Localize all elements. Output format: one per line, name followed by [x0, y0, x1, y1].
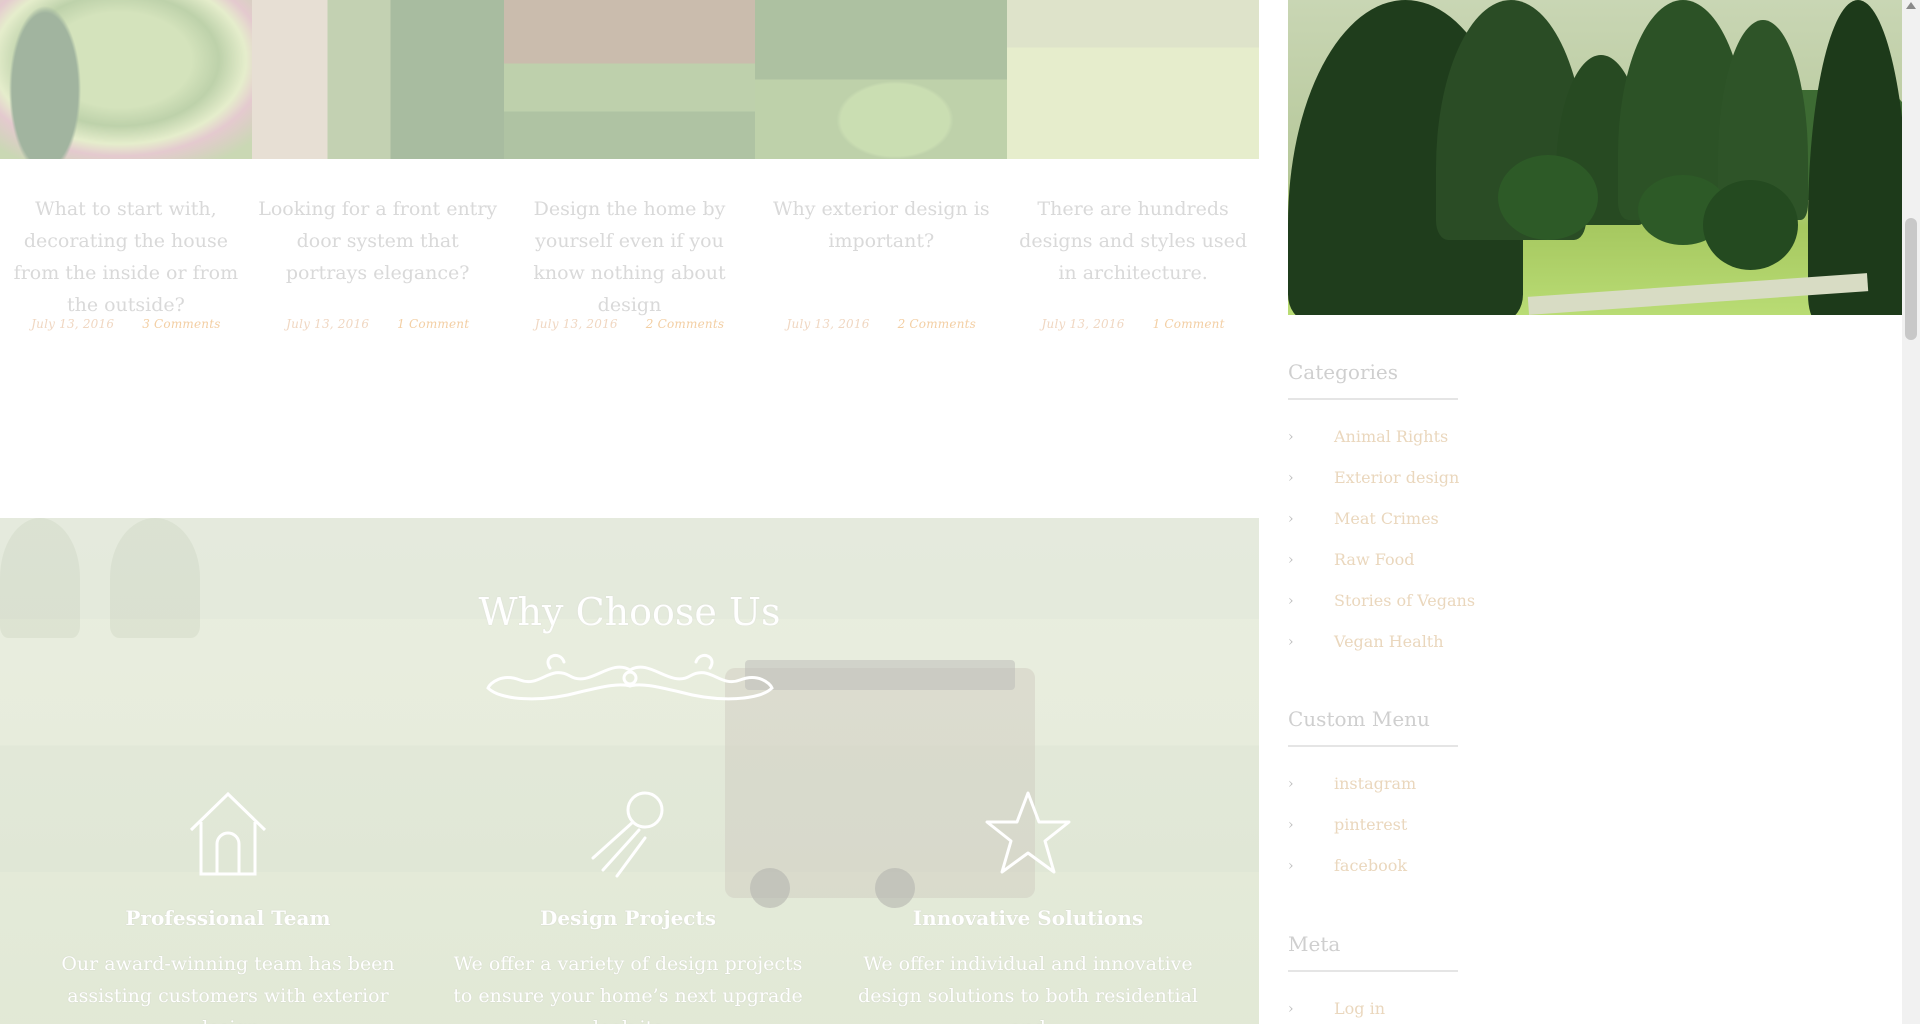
satellite-icon: [591, 791, 664, 878]
topiary-shape: [1808, 0, 1905, 315]
category-link[interactable]: Meat Crimes: [1334, 509, 1439, 528]
category-link[interactable]: Exterior design: [1334, 468, 1459, 487]
chevron-right-icon: ›: [1288, 428, 1294, 445]
post-thumbnail[interactable]: [755, 0, 1008, 159]
post-comments-link[interactable]: 1 Comment: [397, 317, 469, 331]
bush-shape: [1498, 155, 1598, 240]
post-title-link[interactable]: Looking for a front entry door system th…: [258, 193, 498, 313]
category-link[interactable]: Raw Food: [1334, 550, 1414, 569]
post-date: July 13, 2016: [786, 317, 870, 331]
house-icon: [189, 791, 267, 876]
post-comments-link[interactable]: 2 Comments: [898, 317, 976, 331]
post-title-link[interactable]: Design the home by yourself even if you …: [510, 193, 750, 316]
post-meta: July 13, 2016 1 Comment: [1007, 317, 1259, 331]
post-thumbnail[interactable]: [503, 0, 756, 159]
menu-item[interactable]: › pinterest: [1288, 804, 1458, 845]
category-item[interactable]: › Animal Rights: [1288, 416, 1475, 457]
flourish-ornament-icon: [486, 653, 774, 701]
feature-description: Our award-winning team has been assistin…: [61, 953, 395, 1024]
why-choose-us-section: Why Choose Us Professional Team Our awar…: [0, 518, 1259, 1024]
post-comments-link[interactable]: 1 Comment: [1153, 317, 1225, 331]
widget-title: Categories: [1288, 360, 1458, 400]
menu-item[interactable]: › instagram: [1288, 763, 1458, 804]
menu-item[interactable]: › facebook: [1288, 845, 1458, 886]
post-list: What to start with, decorating the house…: [0, 159, 1259, 331]
section-title: Why Choose Us: [478, 590, 781, 634]
chevron-right-icon: ›: [1288, 857, 1294, 874]
post-date: July 13, 2016: [286, 317, 370, 331]
feature-card: Professional Team Our award-winning team…: [28, 788, 428, 1024]
feature-title: Professional Team: [125, 906, 331, 930]
post-item: There are hundreds designs and styles us…: [1007, 159, 1259, 331]
post-title-link[interactable]: There are hundreds designs and styles us…: [1013, 193, 1253, 313]
sidebar-hero-image: [1288, 0, 1905, 315]
post-item: Looking for a front entry door system th…: [252, 159, 504, 331]
post-comments-link[interactable]: 2 Comments: [646, 317, 724, 331]
meta-widget: Meta › Log in: [1288, 932, 1458, 1029]
post-item: What to start with, decorating the house…: [0, 159, 252, 331]
categories-widget: Categories › Animal Rights › Exterior desi…: [1288, 360, 1475, 662]
scrollbar-thumb[interactable]: [1905, 218, 1917, 340]
category-item[interactable]: › Exterior design: [1288, 457, 1475, 498]
feature-card: Design Projects We offer a variety of de…: [428, 788, 828, 1024]
scroll-up-arrow-icon[interactable]: [1906, 2, 1916, 9]
chevron-right-icon: ›: [1288, 633, 1294, 650]
feature-description: We offer a variety of design projects to…: [453, 953, 803, 1024]
post-comments-link[interactable]: 3 Comments: [142, 317, 220, 331]
post-thumbnail[interactable]: [1007, 0, 1259, 159]
post-date: July 13, 2016: [31, 317, 115, 331]
post-meta: July 13, 2016 2 Comments: [755, 317, 1007, 331]
post-meta: July 13, 2016 1 Comment: [252, 317, 504, 331]
category-link[interactable]: Animal Rights: [1334, 427, 1448, 446]
post-thumbnail[interactable]: [251, 0, 504, 159]
category-list: › Animal Rights › Exterior design › Meat Cr…: [1288, 416, 1475, 662]
chevron-right-icon: ›: [1288, 592, 1294, 609]
chevron-right-icon: ›: [1288, 775, 1294, 792]
sidebar: Categories › Animal Rights › Exterior desi…: [1259, 0, 1905, 1024]
menu-link[interactable]: instagram: [1334, 774, 1416, 793]
chevron-right-icon: ›: [1288, 816, 1294, 833]
feature-description: We offer individual and innovative desig…: [858, 953, 1198, 1024]
custom-menu-widget: Custom Menu › instagram › pinterest › faceb…: [1288, 707, 1458, 886]
menu-link[interactable]: pinterest: [1334, 815, 1407, 834]
post-item: Why exterior design is important? July 1…: [755, 159, 1007, 331]
category-item[interactable]: › Raw Food: [1288, 539, 1475, 580]
widget-title: Custom Menu: [1288, 707, 1458, 747]
star-icon: [985, 791, 1071, 874]
post-meta: July 13, 2016 2 Comments: [504, 317, 756, 331]
post-thumbnails: [0, 0, 1259, 159]
meta-list: › Log in: [1288, 988, 1458, 1029]
post-meta: July 13, 2016 3 Comments: [0, 317, 252, 331]
post-item: Design the home by yourself even if you …: [504, 159, 756, 331]
page-scrollbar[interactable]: [1902, 0, 1920, 1024]
post-date: July 13, 2016: [1041, 317, 1125, 331]
post-title-link[interactable]: Why exterior design is important?: [761, 193, 1001, 313]
category-item[interactable]: › Stories of Vegans: [1288, 580, 1475, 621]
widget-title: Meta: [1288, 932, 1458, 972]
chevron-right-icon: ›: [1288, 469, 1294, 486]
bush-shape: [1703, 180, 1798, 270]
feature-card: Innovative Solutions We offer individual…: [828, 788, 1228, 1024]
category-link[interactable]: Vegan Health: [1334, 632, 1444, 651]
feature-title: Design Projects: [540, 906, 716, 930]
meta-link[interactable]: Log in: [1334, 999, 1385, 1018]
main-content: What to start with, decorating the house…: [0, 0, 1259, 1024]
chevron-right-icon: ›: [1288, 1000, 1294, 1017]
chevron-right-icon: ›: [1288, 510, 1294, 527]
feature-title: Innovative Solutions: [912, 906, 1144, 930]
chevron-right-icon: ›: [1288, 551, 1294, 568]
meta-item[interactable]: › Log in: [1288, 988, 1458, 1029]
category-item[interactable]: › Vegan Health: [1288, 621, 1475, 662]
menu-link[interactable]: facebook: [1334, 856, 1407, 875]
post-title-link[interactable]: What to start with, decorating the house…: [6, 193, 246, 316]
custom-menu-list: › instagram › pinterest › facebook: [1288, 763, 1458, 886]
post-thumbnail[interactable]: [0, 0, 252, 159]
category-item[interactable]: › Meat Crimes: [1288, 498, 1475, 539]
category-link[interactable]: Stories of Vegans: [1334, 591, 1475, 610]
post-date: July 13, 2016: [534, 317, 618, 331]
